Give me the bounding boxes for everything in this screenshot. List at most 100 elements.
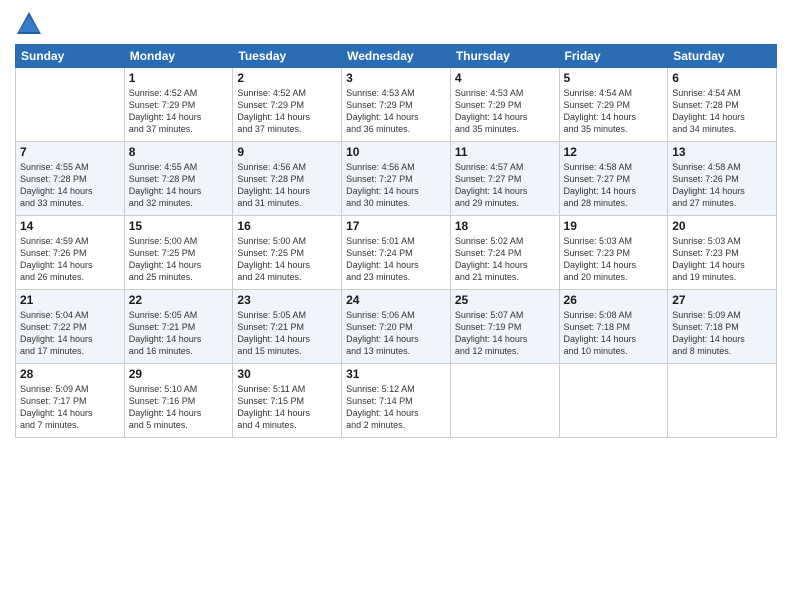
cell-date: 28 <box>20 367 120 381</box>
cell-info: Sunrise: 5:03 AM Sunset: 7:23 PM Dayligh… <box>672 235 772 284</box>
cell-date: 16 <box>237 219 337 233</box>
cell-info: Sunrise: 5:05 AM Sunset: 7:21 PM Dayligh… <box>129 309 229 358</box>
calendar-cell: 20 Sunrise: 5:03 AM Sunset: 7:23 PM Dayli… <box>668 216 777 290</box>
cell-date: 4 <box>455 71 555 85</box>
cell-date: 12 <box>564 145 664 159</box>
cell-date: 18 <box>455 219 555 233</box>
cell-info: Sunrise: 5:01 AM Sunset: 7:24 PM Dayligh… <box>346 235 446 284</box>
header <box>15 10 777 38</box>
logo-icon <box>15 10 43 38</box>
cell-date: 20 <box>672 219 772 233</box>
calendar-cell <box>16 68 125 142</box>
calendar-cell: 9Sunrise: 4:56 AM Sunset: 7:28 PM Daylig… <box>233 142 342 216</box>
calendar-cell: 10Sunrise: 4:56 AM Sunset: 7:27 PM Dayli… <box>342 142 451 216</box>
calendar-cell: 3Sunrise: 4:53 AM Sunset: 7:29 PM Daylig… <box>342 68 451 142</box>
logo <box>15 10 47 38</box>
week-row-3: 14 Sunrise: 4:59 AM Sunset: 7:26 PM Dayli… <box>16 216 777 290</box>
cell-info: Sunrise: 5:11 AM Sunset: 7:15 PM Dayligh… <box>237 383 337 432</box>
calendar-cell: 5 Sunrise: 4:54 AM Sunset: 7:29 PM Daylig… <box>559 68 668 142</box>
calendar-cell: 26 Sunrise: 5:08 AM Sunset: 7:18 PM Dayli… <box>559 290 668 364</box>
calendar-cell: 7 Sunrise: 4:55 AM Sunset: 7:28 PM Daylig… <box>16 142 125 216</box>
cell-date: 31 <box>346 367 446 381</box>
cell-info: Sunrise: 5:09 AM Sunset: 7:18 PM Dayligh… <box>672 309 772 358</box>
cell-date: 2 <box>237 71 337 85</box>
cell-info: Sunrise: 5:00 AM Sunset: 7:25 PM Dayligh… <box>129 235 229 284</box>
cell-date: 5 <box>564 71 664 85</box>
cell-date: 3 <box>346 71 446 85</box>
cell-date: 15 <box>129 219 229 233</box>
calendar-cell: 23 Sunrise: 5:05 AM Sunset: 7:21 PM Dayli… <box>233 290 342 364</box>
week-row-1: 1 Sunrise: 4:52 AM Sunset: 7:29 PM Daylig… <box>16 68 777 142</box>
week-row-2: 7 Sunrise: 4:55 AM Sunset: 7:28 PM Daylig… <box>16 142 777 216</box>
calendar-cell <box>559 364 668 438</box>
cell-info: Sunrise: 4:56 AM Sunset: 7:27 PM Dayligh… <box>346 161 446 210</box>
calendar-cell: 17 Sunrise: 5:01 AM Sunset: 7:24 PM Dayli… <box>342 216 451 290</box>
calendar-cell: 8 Sunrise: 4:55 AM Sunset: 7:28 PM Daylig… <box>124 142 233 216</box>
cell-info: Sunrise: 4:58 AM Sunset: 7:27 PM Dayligh… <box>564 161 664 210</box>
cell-date: 24 <box>346 293 446 307</box>
cell-date: 1 <box>129 71 229 85</box>
calendar-cell: 2 Sunrise: 4:52 AM Sunset: 7:29 PM Daylig… <box>233 68 342 142</box>
cell-info: Sunrise: 4:58 AM Sunset: 7:26 PM Dayligh… <box>672 161 772 210</box>
cell-date: 19 <box>564 219 664 233</box>
day-header-tuesday: Tuesday <box>233 45 342 68</box>
cell-info: Sunrise: 5:04 AM Sunset: 7:22 PM Dayligh… <box>20 309 120 358</box>
calendar-cell <box>668 364 777 438</box>
cell-info: Sunrise: 4:52 AM Sunset: 7:29 PM Dayligh… <box>129 87 229 136</box>
cell-info: Sunrise: 5:09 AM Sunset: 7:17 PM Dayligh… <box>20 383 120 432</box>
day-header-sunday: Sunday <box>16 45 125 68</box>
calendar-cell: 6 Sunrise: 4:54 AM Sunset: 7:28 PM Daylig… <box>668 68 777 142</box>
cell-info: Sunrise: 5:03 AM Sunset: 7:23 PM Dayligh… <box>564 235 664 284</box>
cell-info: Sunrise: 5:08 AM Sunset: 7:18 PM Dayligh… <box>564 309 664 358</box>
calendar-cell: 19 Sunrise: 5:03 AM Sunset: 7:23 PM Dayli… <box>559 216 668 290</box>
cell-info: Sunrise: 4:52 AM Sunset: 7:29 PM Dayligh… <box>237 87 337 136</box>
calendar-cell: 24 Sunrise: 5:06 AM Sunset: 7:20 PM Dayli… <box>342 290 451 364</box>
calendar-cell: 14 Sunrise: 4:59 AM Sunset: 7:26 PM Dayli… <box>16 216 125 290</box>
cell-info: Sunrise: 4:55 AM Sunset: 7:28 PM Dayligh… <box>129 161 229 210</box>
calendar-cell: 11Sunrise: 4:57 AM Sunset: 7:27 PM Dayli… <box>450 142 559 216</box>
cell-info: Sunrise: 5:06 AM Sunset: 7:20 PM Dayligh… <box>346 309 446 358</box>
calendar-cell: 18 Sunrise: 5:02 AM Sunset: 7:24 PM Dayli… <box>450 216 559 290</box>
cell-info: Sunrise: 5:07 AM Sunset: 7:19 PM Dayligh… <box>455 309 555 358</box>
cell-date: 27 <box>672 293 772 307</box>
cell-info: Sunrise: 4:54 AM Sunset: 7:29 PM Dayligh… <box>564 87 664 136</box>
cell-info: Sunrise: 5:02 AM Sunset: 7:24 PM Dayligh… <box>455 235 555 284</box>
cell-date: 11 <box>455 145 555 159</box>
calendar-cell: 1 Sunrise: 4:52 AM Sunset: 7:29 PM Daylig… <box>124 68 233 142</box>
day-header-wednesday: Wednesday <box>342 45 451 68</box>
calendar-table: SundayMondayTuesdayWednesdayThursdayFrid… <box>15 44 777 438</box>
cell-info: Sunrise: 4:55 AM Sunset: 7:28 PM Dayligh… <box>20 161 120 210</box>
cell-date: 7 <box>20 145 120 159</box>
cell-date: 25 <box>455 293 555 307</box>
cell-info: Sunrise: 4:59 AM Sunset: 7:26 PM Dayligh… <box>20 235 120 284</box>
day-header-saturday: Saturday <box>668 45 777 68</box>
cell-info: Sunrise: 4:53 AM Sunset: 7:29 PM Dayligh… <box>455 87 555 136</box>
week-row-4: 21 Sunrise: 5:04 AM Sunset: 7:22 PM Dayli… <box>16 290 777 364</box>
calendar-cell: 25 Sunrise: 5:07 AM Sunset: 7:19 PM Dayli… <box>450 290 559 364</box>
cell-date: 23 <box>237 293 337 307</box>
cell-date: 6 <box>672 71 772 85</box>
header-row: SundayMondayTuesdayWednesdayThursdayFrid… <box>16 45 777 68</box>
cell-date: 13 <box>672 145 772 159</box>
cell-date: 29 <box>129 367 229 381</box>
calendar-cell: 21 Sunrise: 5:04 AM Sunset: 7:22 PM Dayli… <box>16 290 125 364</box>
calendar-cell: 28 Sunrise: 5:09 AM Sunset: 7:17 PM Dayli… <box>16 364 125 438</box>
calendar-cell: 30Sunrise: 5:11 AM Sunset: 7:15 PM Dayli… <box>233 364 342 438</box>
calendar-cell: 15 Sunrise: 5:00 AM Sunset: 7:25 PM Dayli… <box>124 216 233 290</box>
cell-info: Sunrise: 4:54 AM Sunset: 7:28 PM Dayligh… <box>672 87 772 136</box>
cell-date: 8 <box>129 145 229 159</box>
cell-date: 17 <box>346 219 446 233</box>
cell-date: 14 <box>20 219 120 233</box>
cell-date: 26 <box>564 293 664 307</box>
cell-info: Sunrise: 4:56 AM Sunset: 7:28 PM Dayligh… <box>237 161 337 210</box>
cell-info: Sunrise: 5:05 AM Sunset: 7:21 PM Dayligh… <box>237 309 337 358</box>
calendar-cell: 31Sunrise: 5:12 AM Sunset: 7:14 PM Dayli… <box>342 364 451 438</box>
calendar-cell: 29 Sunrise: 5:10 AM Sunset: 7:16 PM Dayli… <box>124 364 233 438</box>
cell-date: 21 <box>20 293 120 307</box>
week-row-5: 28 Sunrise: 5:09 AM Sunset: 7:17 PM Dayli… <box>16 364 777 438</box>
cell-info: Sunrise: 5:00 AM Sunset: 7:25 PM Dayligh… <box>237 235 337 284</box>
calendar-cell: 12 Sunrise: 4:58 AM Sunset: 7:27 PM Dayli… <box>559 142 668 216</box>
calendar-cell: 4 Sunrise: 4:53 AM Sunset: 7:29 PM Daylig… <box>450 68 559 142</box>
cell-info: Sunrise: 5:10 AM Sunset: 7:16 PM Dayligh… <box>129 383 229 432</box>
calendar-cell: 13 Sunrise: 4:58 AM Sunset: 7:26 PM Dayli… <box>668 142 777 216</box>
